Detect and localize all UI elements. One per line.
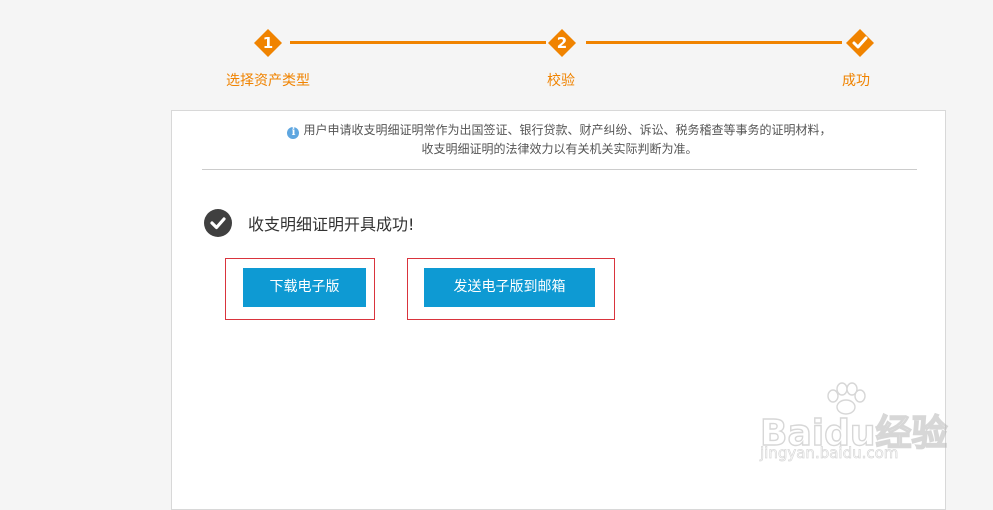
info-icon: i [287, 127, 300, 139]
download-electronic-button[interactable]: 下载电子版 [243, 268, 366, 307]
progress-steps: 1 2 选择资产类型 校验 成功 [0, 0, 993, 100]
notice: i 用户申请收支明细证明常作为出国签证、银行贷款、财产纠纷、诉讼、税务稽查等事务的… [202, 121, 917, 159]
step-1-marker: 1 [253, 28, 283, 58]
step-connector [586, 41, 842, 44]
step-1-label: 选择资产类型 [226, 73, 310, 89]
step-2-marker: 2 [547, 28, 577, 58]
step-3-label: 成功 [842, 73, 870, 89]
watermark-url: jingyan.baidu.com [760, 444, 899, 463]
divider [202, 169, 917, 170]
success-check-icon [204, 209, 232, 237]
step-connector [290, 41, 546, 44]
notice-line-2: 收支明细证明的法律效力以有关机关实际判断为准。 [421, 142, 698, 156]
step-2-label: 校验 [547, 73, 575, 89]
step-3-marker [845, 28, 875, 58]
notice-line-1: 用户申请收支明细证明常作为出国签证、银行贷款、财产纠纷、诉讼、税务稽查等事务的证… [303, 123, 832, 137]
step-2-number: 2 [556, 34, 568, 52]
step-1-number: 1 [262, 34, 274, 52]
baidu-jingyan-watermark: Baidu经验 jingyan.baidu.com [759, 382, 950, 482]
success-message: 收支明细证明开具成功! [248, 215, 415, 234]
send-email-button[interactable]: 发送电子版到邮箱 [424, 268, 595, 307]
